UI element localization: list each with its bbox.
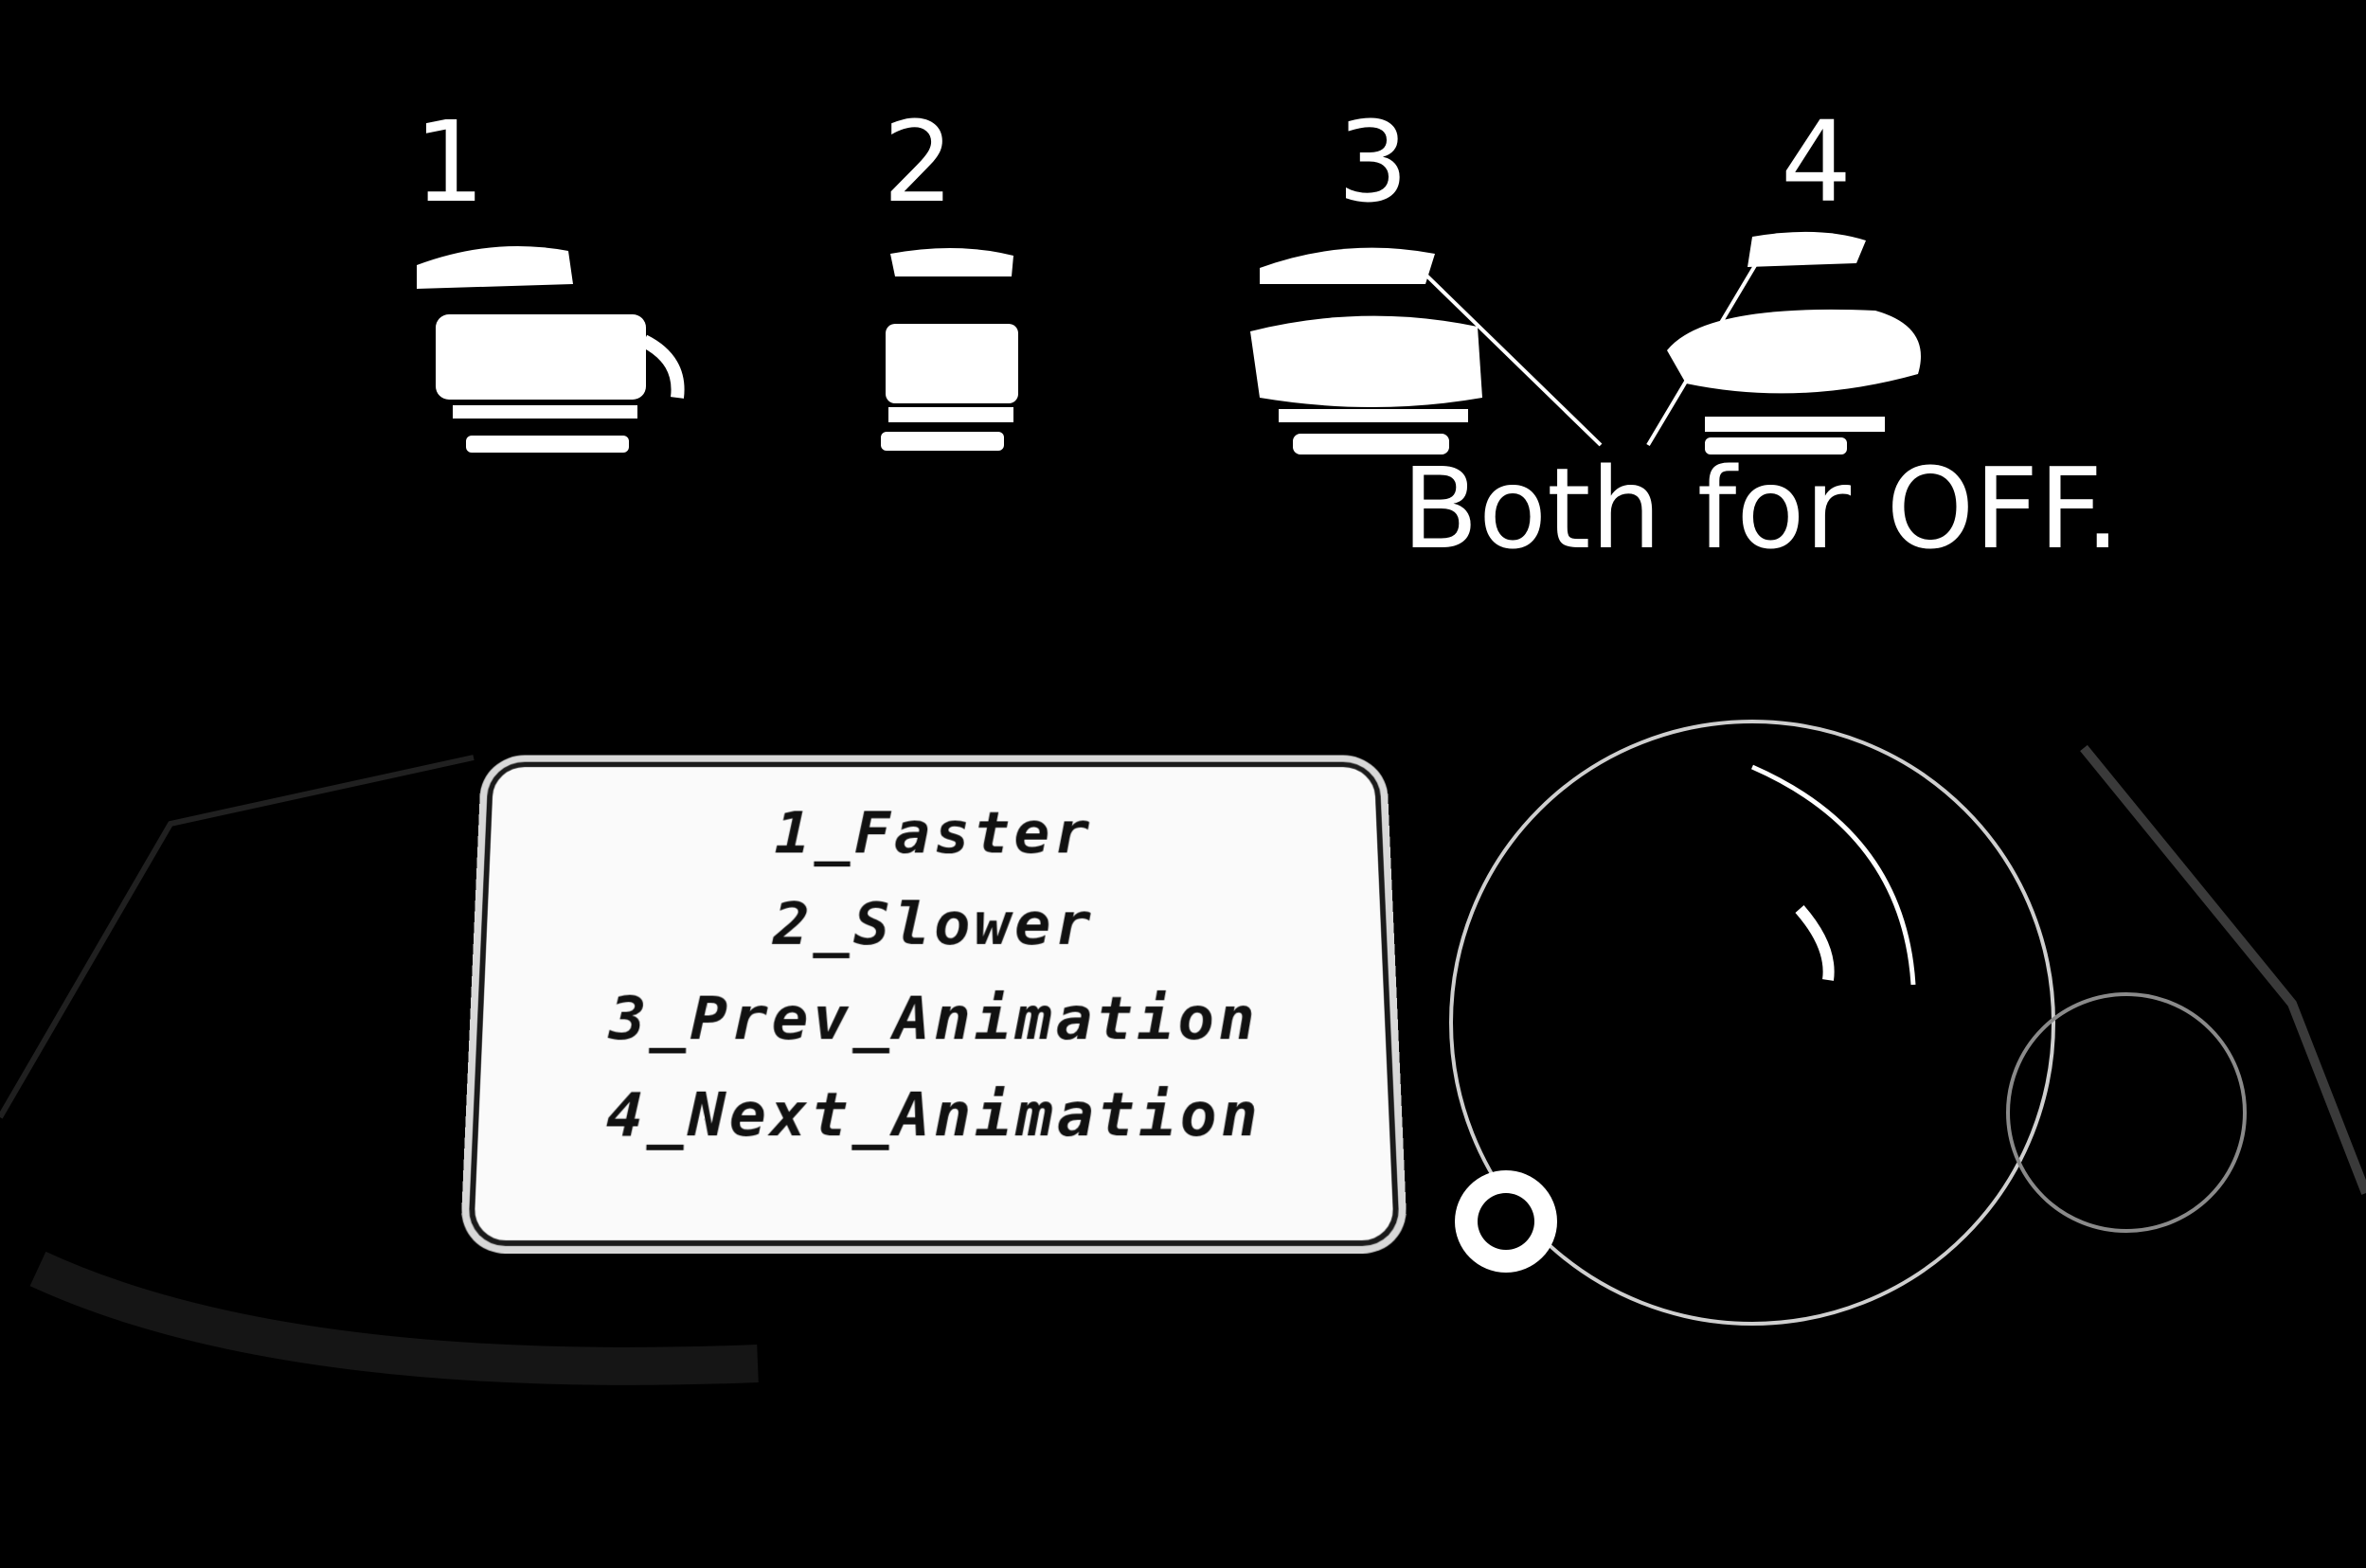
button-4-label: 4 xyxy=(1781,97,1853,227)
lcd-line: 1_Faster xyxy=(774,799,1094,867)
lcd-line: 2_Slower xyxy=(772,890,1096,959)
button-2-label: 2 xyxy=(883,97,955,227)
push-button-3 xyxy=(1250,247,1482,454)
lcd-line: 4_Next_Animation xyxy=(605,1079,1263,1150)
lcd-line: 3_Prev_Animation xyxy=(608,984,1260,1054)
button-1-label: 1 xyxy=(414,97,486,227)
push-button-1 xyxy=(417,246,685,453)
button-3-label: 3 xyxy=(1337,97,1409,227)
lcd-display: 1_Faster 2_Slower 3_Prev_Animation 4_Nex… xyxy=(474,767,1394,1240)
off-annotation: Both for OFF. xyxy=(1402,443,2121,574)
device-photo: 1 2 3 4 Both for OFF. 1_Faster 2_Slower … xyxy=(0,0,2366,1568)
screw xyxy=(1455,1170,1557,1273)
buzzer xyxy=(1449,720,2247,1326)
push-button-2 xyxy=(881,247,1018,451)
push-button-4 xyxy=(1667,231,1921,454)
